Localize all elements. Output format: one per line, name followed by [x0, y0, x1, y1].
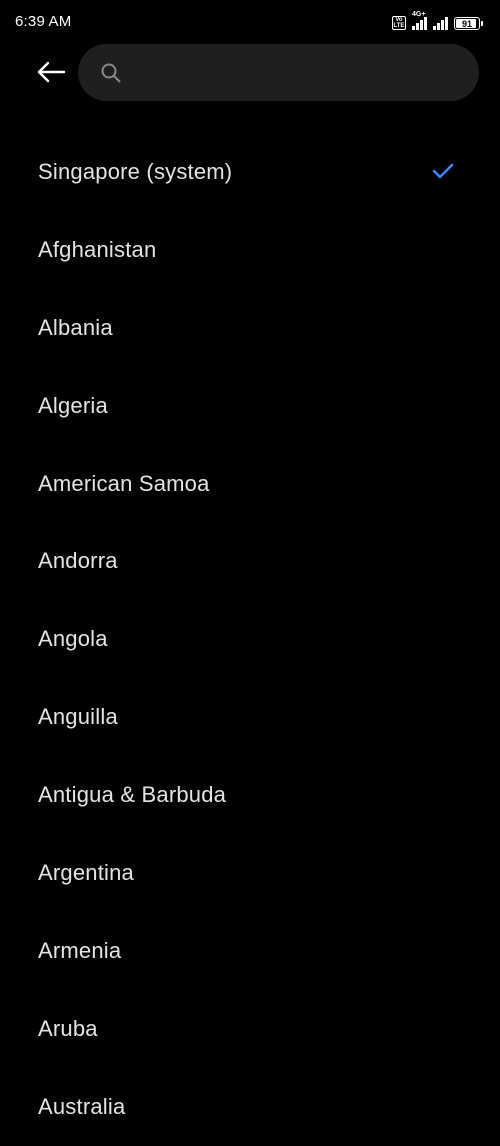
back-button[interactable] — [30, 54, 72, 90]
region-item-label: Antigua & Barbuda — [38, 782, 227, 808]
region-item[interactable]: Algeria — [0, 367, 500, 445]
region-item[interactable]: Andorra — [0, 522, 500, 600]
header — [0, 44, 500, 103]
region-item[interactable]: Armenia — [0, 912, 500, 990]
volte-icon: Vo LTE — [392, 16, 406, 30]
battery-icon: 91 — [454, 17, 483, 30]
region-item[interactable]: Singapore (system) — [0, 133, 500, 211]
region-list: Singapore (system) Afghanistan Albania Alge… — [0, 133, 500, 1146]
region-item-label: Afghanistan — [38, 236, 157, 262]
status-icons: Vo LTE 4G+ 91 — [392, 11, 483, 30]
signal-strength-sim2-icon — [433, 16, 448, 30]
region-item[interactable]: Australia — [0, 1068, 500, 1146]
region-item-label: Andorra — [38, 548, 118, 574]
region-item[interactable]: Anguilla — [0, 678, 500, 756]
signal-strength-sim1-icon: 4G+ — [412, 11, 427, 30]
region-item-label: Argentina — [38, 859, 134, 885]
region-item-label: Armenia — [38, 937, 122, 963]
region-item[interactable]: American Samoa — [0, 445, 500, 523]
region-item[interactable]: Angola — [0, 600, 500, 678]
region-item-label: Anguilla — [38, 704, 118, 730]
search-icon — [101, 63, 121, 83]
region-item[interactable]: Antigua & Barbuda — [0, 756, 500, 834]
region-item-label: Singapore (system) — [38, 158, 233, 184]
region-item[interactable]: Afghanistan — [0, 211, 500, 289]
search-input[interactable] — [134, 44, 468, 103]
search-box[interactable] — [78, 44, 479, 103]
region-item-label: Australia — [38, 1093, 126, 1119]
region-item[interactable]: Albania — [0, 289, 500, 367]
region-item-label: Aruba — [38, 1015, 98, 1041]
region-item-label: Algeria — [38, 392, 108, 418]
region-item[interactable]: Argentina — [0, 834, 500, 912]
battery-level: 91 — [461, 18, 472, 29]
status-time: 6:39 AM — [15, 13, 72, 30]
arrow-left-icon — [37, 61, 66, 83]
status-bar: 6:39 AM Vo LTE 4G+ 91 — [0, 0, 500, 44]
region-item-label: Albania — [38, 314, 113, 340]
region-item[interactable]: Aruba — [0, 990, 500, 1068]
checkmark-icon — [432, 163, 454, 179]
network-type-label: 4G+ — [412, 11, 426, 18]
region-item-label: Angola — [38, 626, 108, 652]
region-item-label: American Samoa — [38, 470, 210, 496]
